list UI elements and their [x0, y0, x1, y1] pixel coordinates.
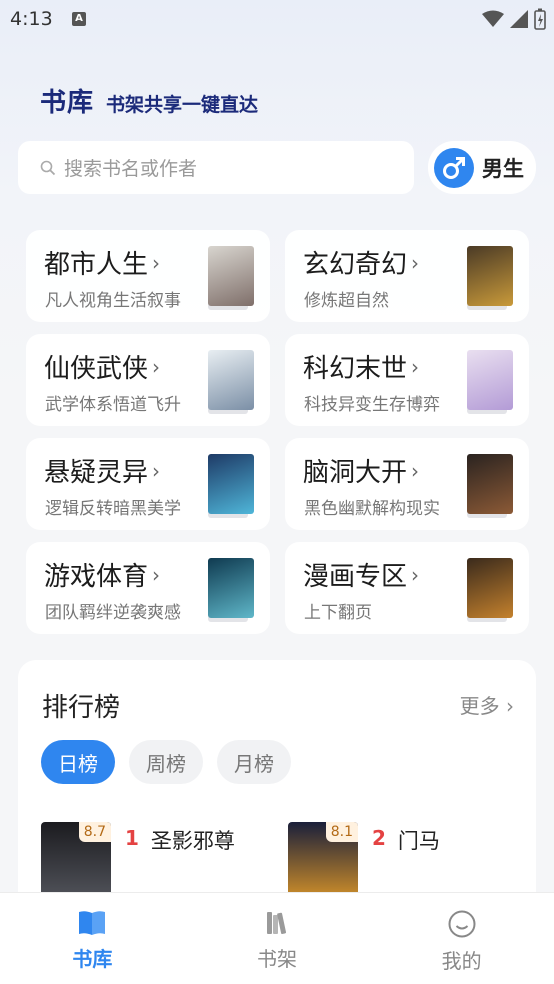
gender-label: 男生 [482, 156, 524, 181]
category-cover [467, 558, 513, 618]
chevron-right-icon: › [411, 458, 420, 483]
category-card[interactable]: 科幻末世 › 科技异变生存博弈 [285, 334, 529, 426]
ranking-item[interactable]: 8.1 2 门马 [288, 822, 440, 896]
status-icons [482, 8, 546, 30]
book-cover: 8.7 [41, 822, 111, 896]
category-name: 玄幻奇幻 › [303, 244, 419, 281]
category-cover [467, 350, 513, 410]
page-subtitle: 书架共享一键直达 [106, 94, 259, 116]
book-cover: 8.1 [288, 822, 358, 896]
chevron-right-icon: › [506, 694, 514, 718]
book-title: 圣影邪尊 [150, 829, 235, 853]
category-card[interactable]: 脑洞大开 › 黑色幽默解构现实 [285, 438, 529, 530]
category-name: 游戏体育 › [44, 556, 160, 593]
status-time: 4:13 [10, 8, 53, 30]
category-grid: 都市人生 › 凡人视角生活叙事 玄幻奇幻 › 修炼超自然 仙侠武侠 › 武学体系悟道飞… [26, 230, 529, 634]
category-desc: 上下翻页 [304, 603, 372, 623]
bookshelf-icon [267, 912, 287, 934]
tab-monthly[interactable]: 月榜 [217, 740, 291, 784]
category-card[interactable]: 都市人生 › 凡人视角生活叙事 [26, 230, 270, 322]
category-name: 都市人生 › [44, 244, 160, 281]
book-title: 门马 [397, 829, 440, 853]
category-card[interactable]: 漫画专区 › 上下翻页 [285, 542, 529, 634]
notification-icon: A [72, 12, 86, 26]
chevron-right-icon: › [411, 354, 420, 379]
nav-label: 书架 [257, 947, 297, 971]
ranking-title: 排行榜 [42, 693, 121, 723]
category-name: 科幻末世 › [303, 348, 419, 385]
page-header: 书库 书架共享一键直达 [40, 82, 258, 119]
category-desc: 修炼超自然 [304, 291, 389, 311]
category-name-text: 玄幻奇幻 [303, 250, 408, 280]
category-desc: 团队羁绊逆袭爽感 [45, 603, 181, 623]
page-title: 书库 [40, 88, 95, 118]
category-desc: 科技异变生存博弈 [304, 395, 440, 415]
ranking-item[interactable]: 8.7 1 圣影邪尊 [41, 822, 235, 896]
category-name-text: 仙侠武侠 [44, 354, 149, 384]
search-placeholder: 搜索书名或作者 [64, 158, 198, 180]
book-icon [79, 911, 106, 935]
chevron-right-icon: › [152, 562, 161, 587]
nav-label: 我的 [441, 949, 482, 973]
smile-icon [448, 910, 476, 938]
category-name-text: 游戏体育 [44, 562, 149, 592]
category-name: 漫画专区 › [303, 556, 419, 593]
male-icon [434, 147, 474, 188]
wifi-icon [482, 10, 504, 27]
category-cover [208, 558, 254, 618]
nav-item-library[interactable]: 书库 [0, 893, 185, 984]
category-cover [208, 246, 254, 306]
category-name-text: 都市人生 [44, 250, 149, 280]
category-name: 仙侠武侠 › [44, 348, 160, 385]
score-badge: 8.1 [325, 822, 358, 842]
search-icon [40, 160, 56, 175]
ranking-tabs: 日榜 周榜 月榜 [41, 740, 291, 784]
category-card[interactable]: 仙侠武侠 › 武学体系悟道飞升 [26, 334, 270, 426]
category-name-text: 脑洞大开 [303, 458, 408, 488]
ranking-more-link[interactable]: 更多 › [460, 690, 514, 719]
category-name-text: 悬疑灵异 [44, 458, 149, 488]
category-cover [208, 350, 254, 410]
tab-weekly[interactable]: 周榜 [129, 740, 203, 784]
chevron-right-icon: › [411, 562, 420, 587]
chevron-right-icon: › [411, 250, 420, 275]
bottom-nav: 书库 书架 我的 [0, 892, 554, 984]
category-cover [467, 246, 513, 306]
nav-item-bookshelf[interactable]: 书架 [185, 893, 370, 984]
nav-label: 书库 [72, 947, 113, 971]
category-card[interactable]: 悬疑灵异 › 逻辑反转暗黑美学 [26, 438, 270, 530]
chevron-right-icon: › [152, 250, 161, 275]
category-name-text: 漫画专区 [303, 562, 408, 592]
nav-item-profile[interactable]: 我的 [369, 893, 554, 984]
category-cover [467, 454, 513, 514]
ranking-more-label: 更多 [459, 694, 500, 718]
category-desc: 武学体系悟道飞升 [45, 395, 181, 415]
category-card[interactable]: 玄幻奇幻 › 修炼超自然 [285, 230, 529, 322]
rank-number: 2 [372, 826, 386, 850]
score-badge: 8.7 [78, 822, 111, 842]
status-bar: 4:13 A [0, 0, 554, 40]
chevron-right-icon: › [152, 458, 161, 483]
chevron-right-icon: › [152, 354, 161, 379]
category-desc: 黑色幽默解构现实 [304, 499, 440, 519]
category-desc: 凡人视角生活叙事 [45, 291, 181, 311]
category-name: 脑洞大开 › [303, 452, 419, 489]
gender-toggle-button[interactable]: 男生 [428, 141, 536, 194]
category-name: 悬疑灵异 › [44, 452, 160, 489]
category-card[interactable]: 游戏体育 › 团队羁绊逆袭爽感 [26, 542, 270, 634]
signal-icon [510, 10, 528, 28]
tab-daily[interactable]: 日榜 [41, 740, 115, 784]
category-desc: 逻辑反转暗黑美学 [45, 499, 181, 519]
category-cover [208, 454, 254, 514]
rank-number: 1 [125, 826, 139, 850]
category-name-text: 科幻末世 [303, 354, 408, 384]
battery-icon [534, 8, 546, 30]
search-input[interactable]: 搜索书名或作者 [18, 141, 414, 194]
